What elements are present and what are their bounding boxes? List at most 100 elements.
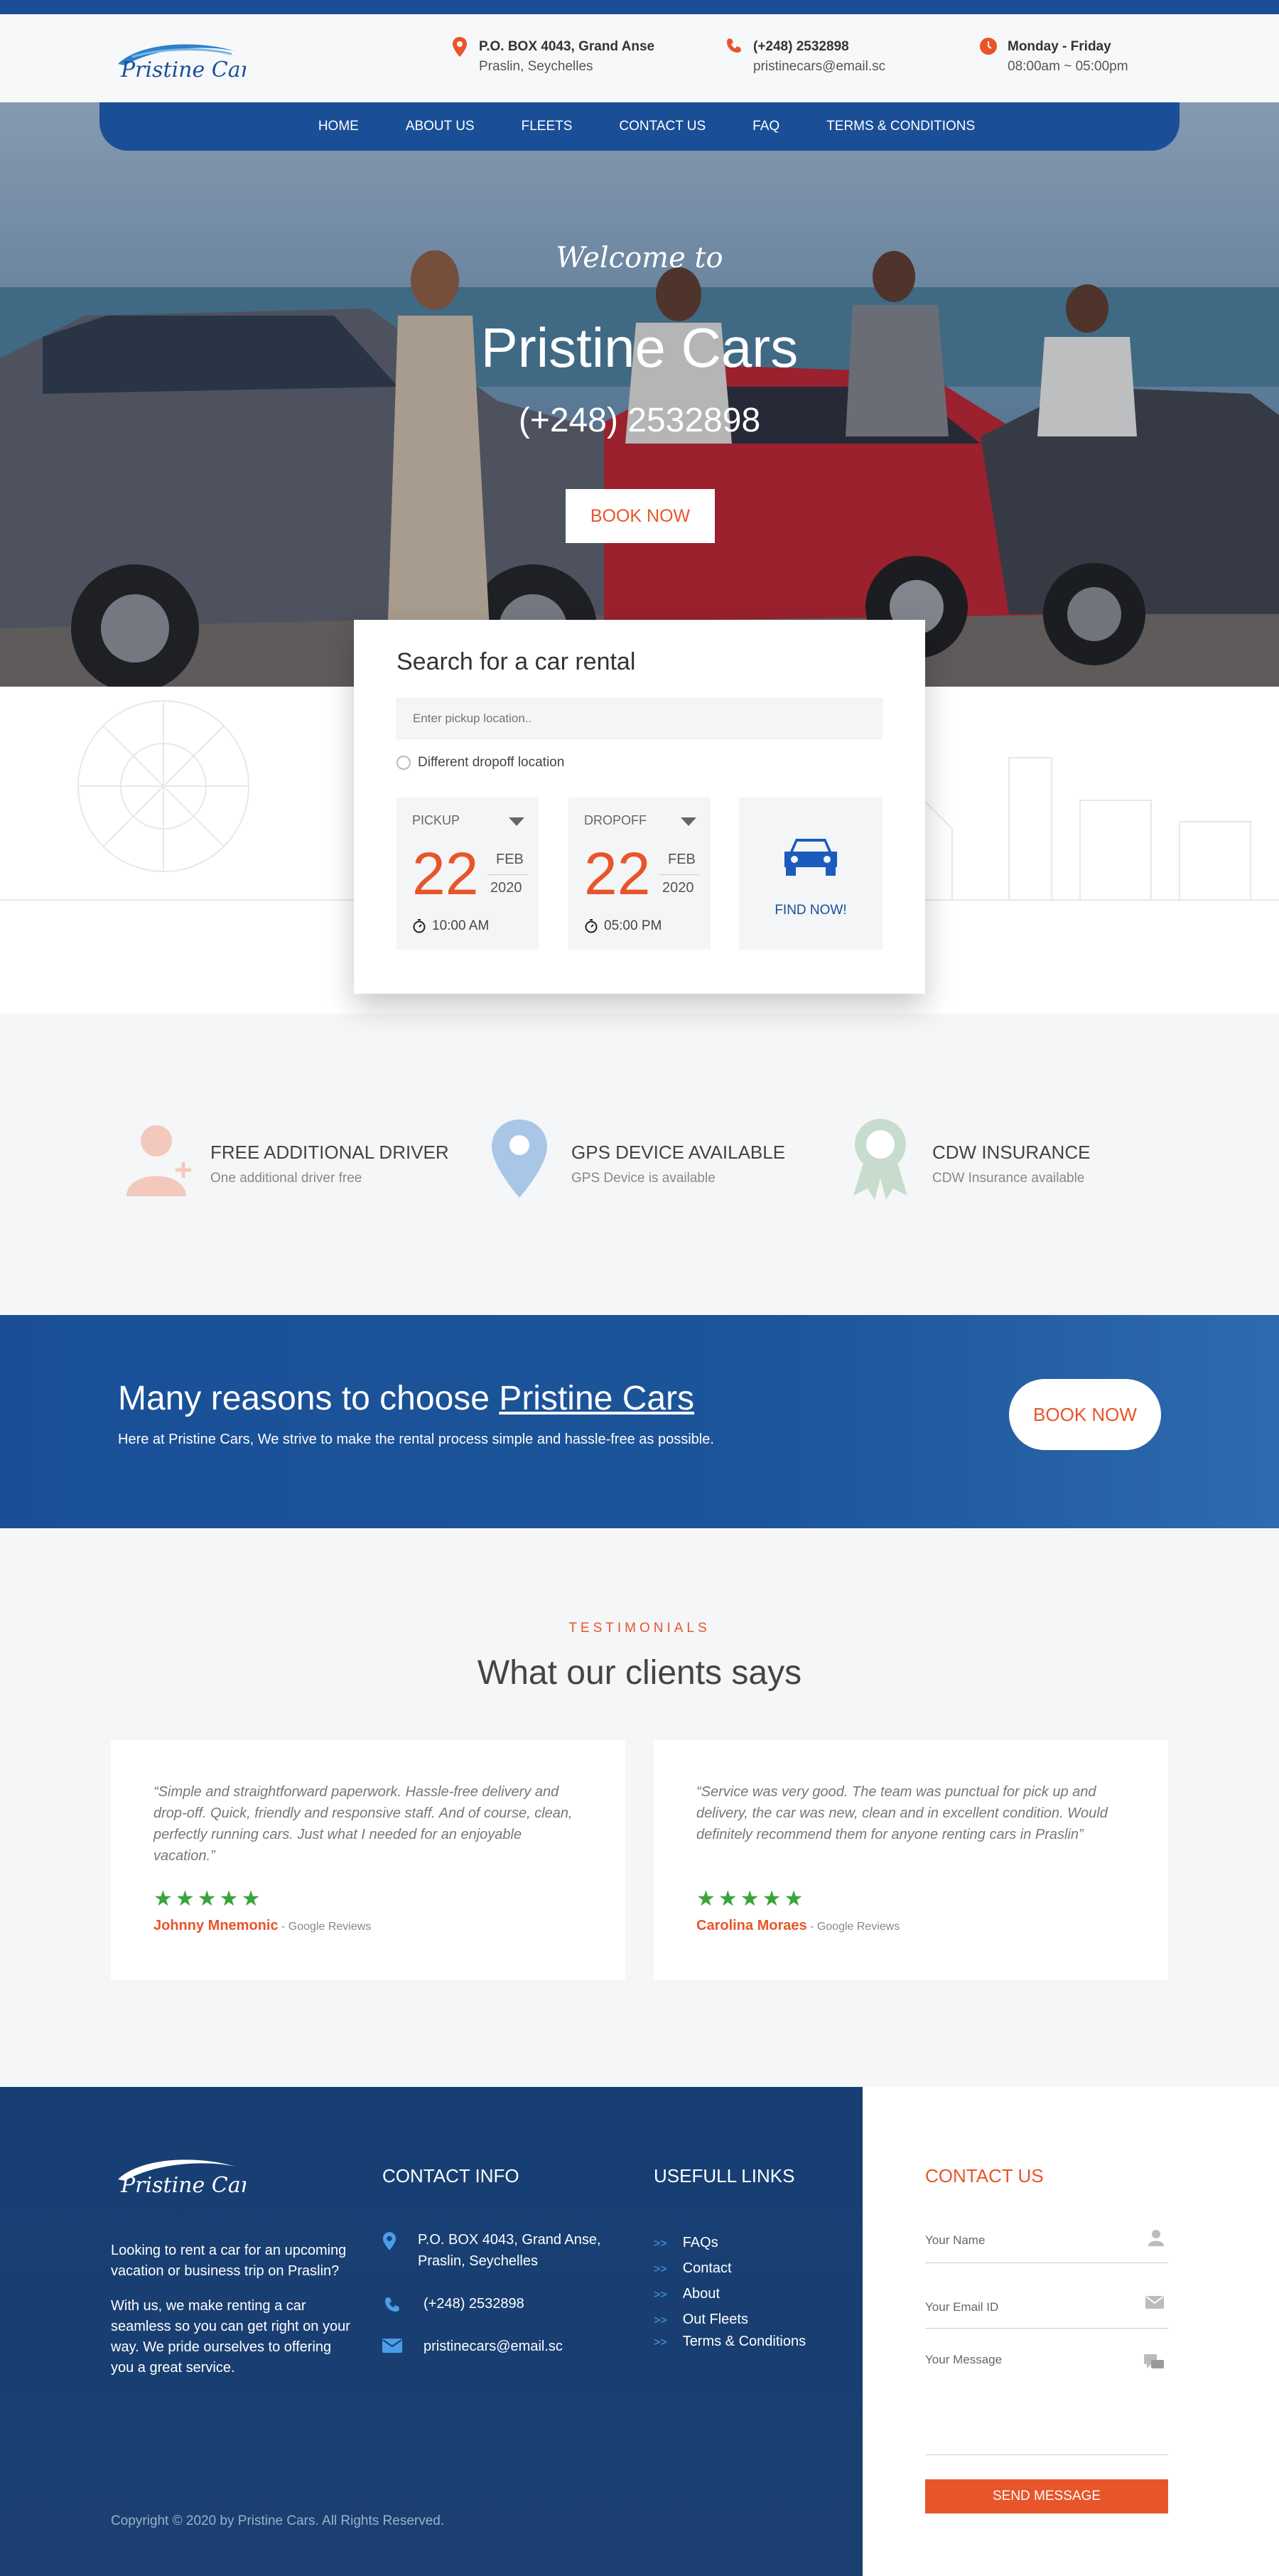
envelope-icon <box>1145 2296 1164 2312</box>
pickup-label: PICKUP <box>412 813 460 827</box>
header-contact: (+248) 2532898 pristinecars@email.sc <box>725 37 885 77</box>
hero-book-now-button[interactable]: BOOK NOW <box>566 489 715 543</box>
location-pin-icon <box>382 2229 396 2272</box>
footer-info-panel: Pristine Cars Looking to rent a car for … <box>0 2087 863 2576</box>
footer-link-fleets[interactable]: >> Out Fleets <box>654 2307 806 2333</box>
location-pin-icon <box>450 37 469 58</box>
email-field[interactable]: Your Email ID <box>925 2292 1168 2329</box>
timer-icon <box>585 919 598 933</box>
pickup-month: FEB <box>496 852 524 867</box>
pickup-location-input[interactable] <box>396 698 883 739</box>
footer-link-label[interactable]: Contact <box>683 2260 732 2276</box>
footer-link-contact[interactable]: >> Contact <box>654 2256 806 2282</box>
mail-icon <box>382 2336 402 2357</box>
feature-title: GPS DEVICE AVAILABLE <box>571 1142 786 1163</box>
footer-email[interactable]: pristinecars@email.sc <box>423 2336 563 2357</box>
award-ribbon-icon <box>841 1116 919 1201</box>
chevron-down-icon[interactable] <box>509 817 524 826</box>
hero-phone[interactable]: (+248) 2532898 <box>0 401 1279 440</box>
different-dropoff-option[interactable]: Different dropoff location <box>396 755 564 771</box>
footer-link-faqs[interactable]: >> FAQs <box>654 2231 806 2256</box>
name-field[interactable]: Your Name <box>925 2226 1168 2263</box>
testimonials-kicker: TESTIMONIALS <box>568 1621 711 1636</box>
hours-time: 08:00am ~ 05:00pm <box>1008 59 1128 74</box>
dropoff-time[interactable]: 05:00 PM <box>584 918 662 934</box>
footer-logo[interactable]: Pristine Cars <box>111 2151 261 2204</box>
car-icon <box>784 839 837 876</box>
header-email[interactable]: pristinecars@email.sc <box>753 59 885 74</box>
contact-us-title: CONTACT US <box>925 2165 1044 2186</box>
header-address: P.O. BOX 4043, Grand Anse Praslin, Seyche… <box>450 37 654 77</box>
footer-about-p2: With us, we make renting a car seamless … <box>111 2298 350 2376</box>
reasons-title-prefix: Many reasons to choose <box>118 1380 500 1417</box>
nav-contact-us[interactable]: CONTACT US <box>595 119 729 134</box>
reasons-title-link[interactable]: Pristine Cars <box>499 1380 694 1417</box>
hero-title: Pristine Cars <box>480 316 799 379</box>
nav-about-us[interactable]: ABOUT US <box>382 119 498 134</box>
dropoff-date-picker[interactable]: DROPOFF 22 FEB 2020 05:00 PM <box>568 798 711 950</box>
footer-link-label[interactable]: Terms & Conditions <box>683 2334 806 2349</box>
different-dropoff-radio[interactable] <box>396 756 411 770</box>
pickup-time[interactable]: 10:00 AM <box>412 918 489 934</box>
main-nav: HOME ABOUT US FLEETS CONTACT US FAQ TERM… <box>99 102 1180 151</box>
feature-title: CDW INSURANCE <box>932 1142 1091 1163</box>
feature-cdw: CDW INSURANCE CDW Insurance available <box>841 1116 1090 1201</box>
reasons-book-now-button[interactable]: BOOK NOW <box>1009 1379 1161 1450</box>
message-field[interactable]: Your Message <box>925 2346 1168 2455</box>
hours-days: Monday - Friday <box>1008 39 1111 54</box>
send-message-button[interactable]: SEND MESSAGE <box>925 2479 1168 2513</box>
dropoff-day: 22 <box>584 840 651 907</box>
pickup-day: 22 <box>412 840 479 907</box>
features-row: FREE ADDITIONAL DRIVER One additional dr… <box>0 1095 1279 1208</box>
nav-terms[interactable]: TERMS & CONDITIONS <box>803 119 998 134</box>
footer-phone[interactable]: (+248) 2532898 <box>423 2293 524 2314</box>
testimonial-author: Carolina Moraes - Google Reviews <box>696 1918 900 1934</box>
message-placeholder: Your Message <box>925 2353 1003 2366</box>
svg-text:Pristine Cars: Pristine Cars <box>120 58 246 82</box>
name-placeholder: Your Name <box>925 2233 986 2247</box>
dropoff-time-value: 05:00 PM <box>604 918 662 933</box>
footer-link-about[interactable]: >> About <box>654 2282 806 2307</box>
header-hours: Monday - Friday 08:00am ~ 05:00pm <box>979 37 1128 77</box>
footer-link-label[interactable]: FAQs <box>683 2235 718 2250</box>
nav-faq[interactable]: FAQ <box>729 119 803 134</box>
reasons-banner: Many reasons to choose Pristine Cars Her… <box>0 1315 1279 1528</box>
chat-bubbles-icon <box>1144 2354 1164 2375</box>
reasons-subtitle: Here at Pristine Cars, We strive to make… <box>118 1432 714 1447</box>
footer-contact-info: P.O. BOX 4043, Grand Anse, Praslin, Seyc… <box>382 2229 624 2378</box>
footer-link-terms[interactable]: >> Terms & Conditions <box>654 2333 806 2351</box>
pickup-time-value: 10:00 AM <box>432 918 490 933</box>
hero-overlay <box>0 102 1279 687</box>
review-source: - Google Reviews <box>278 1921 372 1933</box>
rating-stars: ★★★★★ <box>153 1887 264 1911</box>
pickup-year: 2020 <box>490 880 522 896</box>
contact-info-title: CONTACT INFO <box>382 2165 519 2186</box>
double-arrow-icon: >> <box>654 2289 667 2301</box>
address-line-2: Praslin, Seychelles <box>479 59 593 74</box>
testimonials-section: TESTIMONIALS What our clients says “Simp… <box>0 1528 1279 2087</box>
chevron-down-icon[interactable] <box>681 817 696 826</box>
header-phone[interactable]: (+248) 2532898 <box>753 39 849 54</box>
svg-text:Pristine Cars: Pristine Cars <box>120 2173 246 2198</box>
pickup-date-picker[interactable]: PICKUP 22 FEB 2020 10:00 AM <box>396 798 539 950</box>
nav-home[interactable]: HOME <box>295 119 382 134</box>
testimonial-quote: “Service was very good. The team was pun… <box>696 1784 1108 1842</box>
useful-links-title: USEFULL LINKS <box>654 2165 795 2186</box>
footer-link-label[interactable]: Out Fleets <box>683 2312 748 2327</box>
contact-form-panel: CONTACT US Your Name Your Email ID Your … <box>863 2087 1279 2576</box>
feature-subtitle: CDW Insurance available <box>932 1171 1085 1186</box>
double-arrow-icon: >> <box>654 2263 667 2275</box>
hero-welcome: Welcome to <box>556 242 723 274</box>
dropoff-year: 2020 <box>662 880 694 896</box>
rating-stars: ★★★★★ <box>696 1887 806 1911</box>
logo[interactable]: Pristine Cars <box>111 36 261 85</box>
footer-about-p1: Looking to rent a car for an upcoming va… <box>111 2243 347 2279</box>
footer-about: Looking to rent a car for an upcoming va… <box>111 2240 352 2393</box>
footer-link-label[interactable]: About <box>683 2286 720 2302</box>
top-accent-stripe <box>0 0 1279 14</box>
find-now-button[interactable]: FIND NOW! <box>739 798 883 950</box>
feature-subtitle: GPS Device is available <box>571 1171 716 1186</box>
footer-links: >> FAQs >> Contact >> About >> Out Fleets >>… <box>654 2231 806 2351</box>
nav-fleets[interactable]: FLEETS <box>498 119 596 134</box>
car-search-card: Search for a car rental Different dropof… <box>354 620 925 994</box>
